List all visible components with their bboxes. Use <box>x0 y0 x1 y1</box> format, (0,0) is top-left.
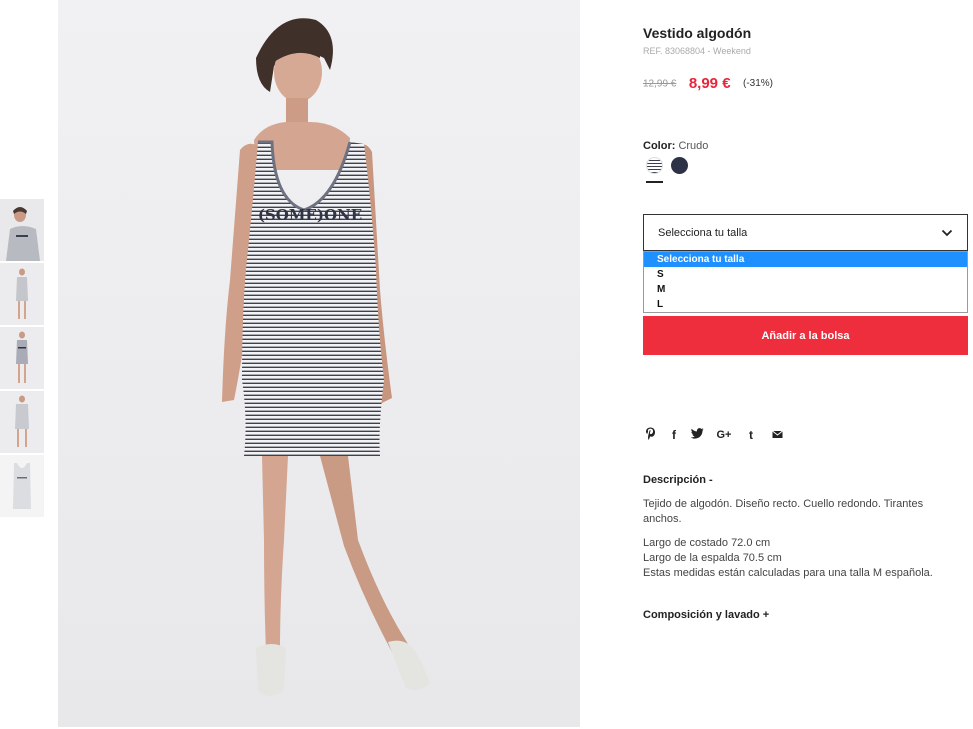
color-label: Color: Crudo <box>643 140 708 152</box>
thumbnail-4-image <box>0 391 44 453</box>
thumbnail-1-image <box>0 199 44 261</box>
sale-price: 8,99 € <box>688 75 731 93</box>
size-dropdown-list: Selecciona tu talla S M L <box>643 251 968 313</box>
facebook-icon[interactable]: f <box>667 427 681 443</box>
tumblr-icon[interactable]: t <box>744 427 758 443</box>
measurements: Largo de costado 72.0 cm Largo de la esp… <box>643 536 969 581</box>
chevron-down-icon <box>941 229 953 237</box>
google-plus-icon[interactable]: G+ <box>714 427 734 443</box>
pinterest-icon[interactable] <box>643 427 657 443</box>
thumbnail-strip <box>0 199 44 519</box>
twitter-icon[interactable] <box>690 427 704 443</box>
thumbnail-2-image <box>0 263 44 325</box>
discount-badge: (-31%) <box>743 78 774 90</box>
measurement-note: Estas medidas están calculadas para una … <box>643 567 933 579</box>
size-select-value: Selecciona tu talla <box>658 227 748 239</box>
description-text: Tejido de algodón. Diseño recto. Cuello … <box>643 498 924 525</box>
thumbnail-4[interactable] <box>0 391 44 453</box>
thumbnail-5-image <box>0 455 44 517</box>
product-main-image[interactable]: (SOME)ONE <box>58 0 580 727</box>
measurement-back-length: Largo de la espalda 70.5 cm <box>643 552 782 564</box>
model-wearing-dress-image: (SOME)ONE <box>58 0 580 727</box>
thumbnail-3-image <box>0 327 44 389</box>
size-option-m[interactable]: M <box>644 282 967 297</box>
selected-swatch-indicator <box>646 181 663 183</box>
color-label-title: Color: <box>643 140 676 152</box>
measurement-side-length: Largo de costado 72.0 cm <box>643 537 771 549</box>
size-select[interactable]: Selecciona tu talla <box>643 214 968 251</box>
description-toggle[interactable]: Descripción - <box>643 474 713 486</box>
color-swatch-navy[interactable] <box>671 157 688 174</box>
color-value: Crudo <box>678 140 709 152</box>
price-row: 12,99 € 8,99 € (-31%) <box>643 75 773 93</box>
product-title: Vestido algodón <box>643 25 752 41</box>
color-swatches <box>643 157 703 185</box>
color-swatch-striped[interactable] <box>646 157 663 174</box>
email-icon[interactable] <box>770 427 784 443</box>
size-option-l[interactable]: L <box>644 297 967 312</box>
size-option-placeholder[interactable]: Selecciona tu talla <box>644 252 967 267</box>
dress-print-text: (SOME)ONE <box>258 206 362 224</box>
size-option-s[interactable]: S <box>644 267 967 282</box>
old-price: 12,99 € <box>643 78 677 90</box>
thumbnail-3[interactable] <box>0 327 44 389</box>
thumbnail-1[interactable] <box>0 199 44 261</box>
add-to-bag-button[interactable]: Añadir a la bolsa <box>643 316 968 355</box>
composition-toggle[interactable]: Composición y lavado + <box>643 609 769 621</box>
thumbnail-2[interactable] <box>0 263 44 325</box>
thumbnail-5[interactable] <box>0 455 44 517</box>
product-reference: REF. 83068804 - Weekend <box>643 46 751 56</box>
